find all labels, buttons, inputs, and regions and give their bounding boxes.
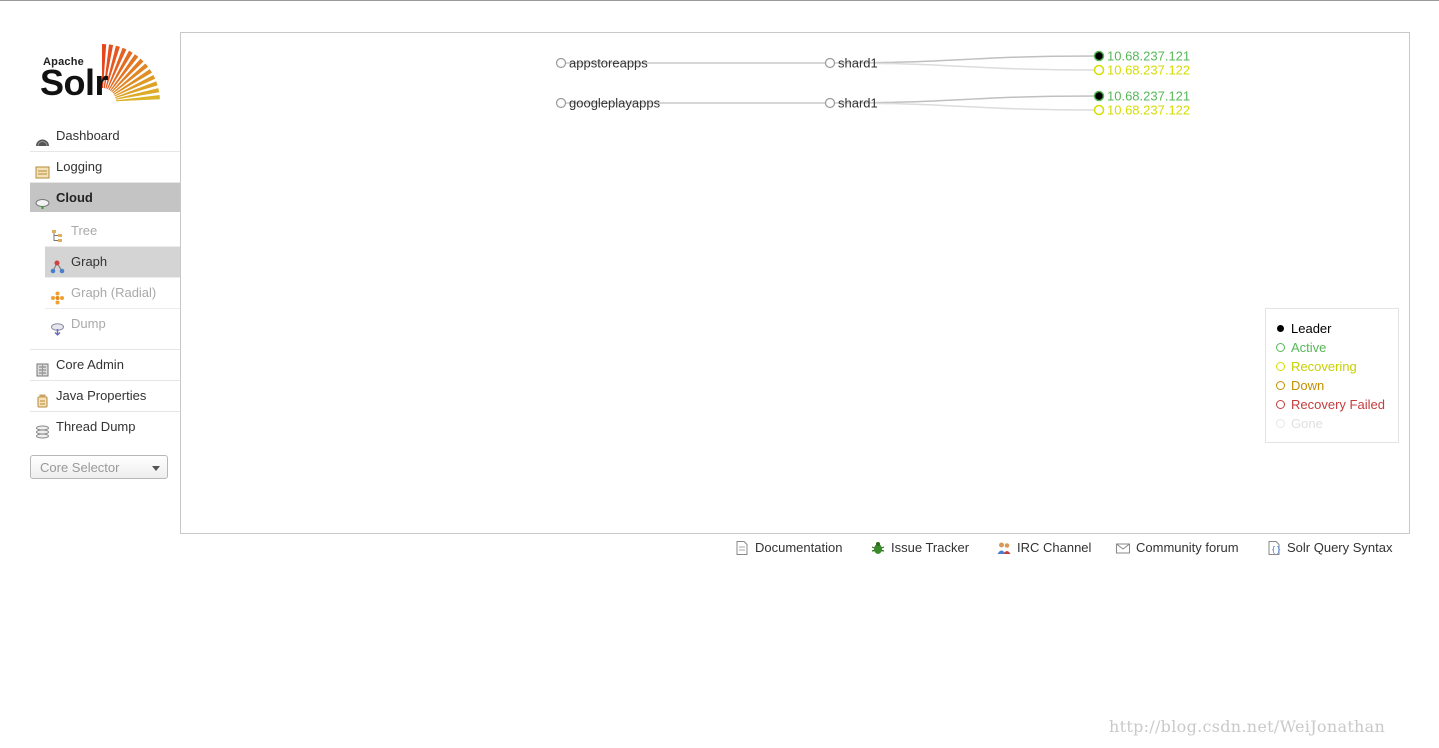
nav-item-cloud[interactable]: Cloud bbox=[30, 183, 180, 212]
nav-item-dashboard[interactable]: Dashboard bbox=[30, 121, 180, 152]
nav-label-cloud: Cloud bbox=[56, 190, 93, 205]
nav-label-tree: Tree bbox=[71, 223, 98, 238]
nav-label-logging: Logging bbox=[56, 159, 103, 174]
nav-item-java-properties[interactable]: Java Properties bbox=[30, 381, 180, 412]
users-icon bbox=[997, 541, 1011, 555]
nav-item-thread-dump[interactable]: Thread Dump bbox=[30, 412, 180, 442]
nav-label-graph: Graph bbox=[71, 254, 108, 269]
nav-label-core-admin: Core Admin bbox=[56, 357, 124, 372]
nav-label-graph-radial: Graph (Radial) bbox=[71, 285, 157, 300]
shard-node[interactable] bbox=[824, 97, 836, 109]
logging-icon bbox=[35, 160, 50, 179]
down-dot-icon bbox=[1276, 381, 1285, 390]
tree-icon bbox=[50, 224, 65, 242]
dashboard-icon bbox=[35, 129, 50, 147]
recovery-failed-dot-icon bbox=[1276, 400, 1285, 409]
footer-issue-tracker-label: Issue Tracker bbox=[891, 540, 970, 555]
query-syntax-icon: {} bbox=[1267, 541, 1281, 555]
sidebar-nav: Dashboard Logging Cloud Tree Graph Graph… bbox=[30, 121, 180, 442]
replica-host-label: 10.68.237.121 bbox=[1107, 89, 1190, 104]
nav-item-logging[interactable]: Logging bbox=[30, 152, 180, 183]
core-selector-placeholder: Core Selector bbox=[40, 460, 120, 475]
legend-recovery-failed-label: Recovery Failed bbox=[1291, 397, 1385, 412]
leader-replica-node[interactable] bbox=[1093, 90, 1105, 102]
nav-item-dump[interactable]: Dump bbox=[45, 309, 180, 339]
cloud-graph-panel: appstoreapps shard1 10.68.237.121 10.68.237… bbox=[180, 32, 1410, 534]
svg-text:{}: {} bbox=[1271, 545, 1281, 554]
collection-label: appstoreapps bbox=[569, 56, 648, 71]
graph-icon bbox=[50, 255, 65, 274]
replica-host-label: 10.68.237.122 bbox=[1107, 63, 1190, 78]
collection-node[interactable] bbox=[555, 97, 567, 109]
shard-label: shard1 bbox=[838, 56, 878, 71]
cloud-icon bbox=[35, 191, 50, 209]
replica-host-label: 10.68.237.121 bbox=[1107, 49, 1190, 64]
collection-node[interactable] bbox=[555, 57, 567, 69]
legend-recovering-label: Recovering bbox=[1291, 359, 1357, 374]
gone-dot-icon bbox=[1276, 419, 1285, 428]
core-admin-icon bbox=[35, 358, 50, 377]
footer-community-forum-label: Community forum bbox=[1136, 540, 1239, 555]
nav-item-graph-radial[interactable]: Graph (Radial) bbox=[45, 278, 180, 309]
nav-label-thread-dump: Thread Dump bbox=[56, 419, 136, 434]
replica-node[interactable] bbox=[1093, 64, 1105, 76]
dump-icon bbox=[50, 317, 65, 336]
java-properties-icon bbox=[35, 389, 50, 408]
shard-node[interactable] bbox=[824, 57, 836, 69]
cloud-graph: appstoreapps shard1 10.68.237.12110.68.237… bbox=[555, 49, 1190, 118]
active-dot-icon bbox=[1276, 343, 1285, 352]
document-icon bbox=[735, 541, 749, 555]
nav-label-dashboard: Dashboard bbox=[56, 128, 120, 143]
collection-label: googleplayapps bbox=[569, 96, 661, 111]
footer-query-syntax-label: Solr Query Syntax bbox=[1287, 540, 1393, 555]
nav-label-dump: Dump bbox=[71, 316, 106, 331]
nav-item-tree[interactable]: Tree bbox=[45, 216, 180, 247]
shard-label: shard1 bbox=[838, 96, 878, 111]
footer-documentation-label: Documentation bbox=[755, 540, 843, 555]
top-border bbox=[0, 0, 1439, 1]
recovering-dot-icon bbox=[1276, 362, 1285, 371]
chevron-down-icon bbox=[152, 466, 160, 471]
legend-gone-label: Gone bbox=[1291, 416, 1323, 431]
legend-leader-label: Leader bbox=[1291, 321, 1332, 336]
bug-icon bbox=[871, 541, 885, 555]
leader-replica-node[interactable] bbox=[1093, 50, 1105, 62]
thread-dump-icon bbox=[35, 420, 50, 439]
graph-radial-icon bbox=[50, 286, 65, 305]
cloud-submenu: Tree Graph Graph (Radial) Dump bbox=[30, 212, 180, 339]
footer-links: Documentation Issue Tracker IRC Channel … bbox=[180, 538, 1410, 558]
leader-dot-icon bbox=[1277, 325, 1284, 332]
graph-legend: Leader Active Recovering Down Recovery F… bbox=[1265, 308, 1399, 443]
legend-down-label: Down bbox=[1291, 378, 1325, 393]
nav-label-java-properties: Java Properties bbox=[56, 388, 147, 403]
solr-logo[interactable]: Apache Solr bbox=[40, 40, 165, 104]
logo-solr-text: Solr bbox=[40, 62, 109, 103]
watermark-text: http://blog.csdn.net/WeiJonathan bbox=[1109, 717, 1386, 736]
legend-active-label: Active bbox=[1291, 340, 1327, 355]
nav-divider bbox=[30, 339, 180, 350]
nav-item-core-admin[interactable]: Core Admin bbox=[30, 350, 180, 381]
core-selector-dropdown[interactable]: Core Selector bbox=[30, 455, 168, 479]
nav-item-graph[interactable]: Graph bbox=[45, 247, 180, 278]
footer-irc-channel-label: IRC Channel bbox=[1017, 540, 1092, 555]
mail-icon bbox=[1116, 541, 1130, 555]
replica-host-label: 10.68.237.122 bbox=[1107, 103, 1190, 118]
replica-node[interactable] bbox=[1093, 104, 1105, 116]
